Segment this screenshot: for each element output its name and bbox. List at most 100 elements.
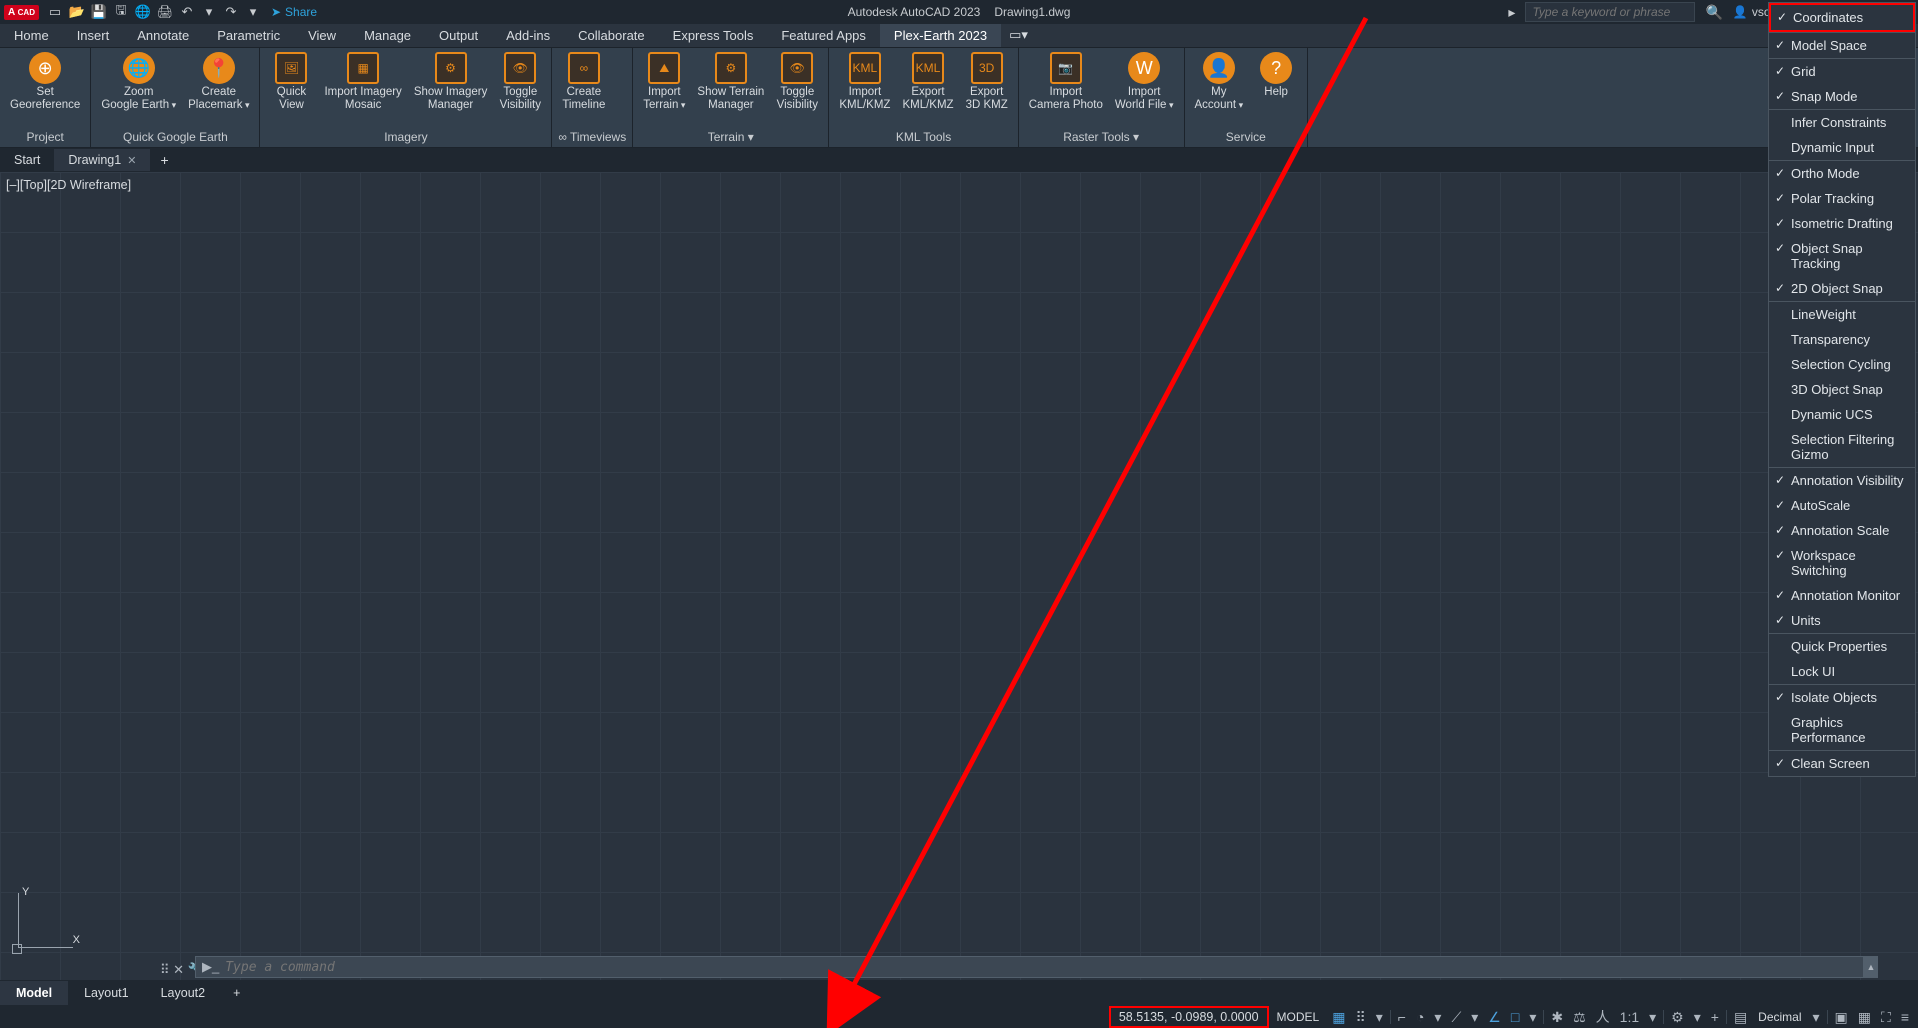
new-tab-button[interactable]: + [150,148,178,172]
command-line[interactable]: ▶_ [195,956,1864,978]
anno-vis-icon[interactable]: ✱ [1546,1006,1568,1028]
tab-annotate[interactable]: Annotate [123,24,203,47]
command-input[interactable] [225,960,1857,975]
viewport-label[interactable]: [–][Top][2D Wireframe] [6,178,131,192]
scale-label[interactable]: 1:1 [1615,1006,1644,1028]
create-timeline-button[interactable]: ∞Create Timeline [558,50,609,128]
layouttab-add-button[interactable]: + [221,981,252,1005]
app-logo[interactable]: A CAD [4,5,39,20]
ctx-item-annotation-monitor[interactable]: Annotation Monitor [1769,583,1915,608]
my-account-button[interactable]: 👤My Account [1191,50,1248,128]
filetab-drawing1[interactable]: Drawing1✕ [54,149,150,171]
units-label[interactable]: Decimal [1752,1010,1807,1024]
coordinates-readout[interactable]: 58.5135, -0.0989, 0.0000 [1109,1006,1269,1028]
ctx-item-2d-object-snap[interactable]: 2D Object Snap [1769,276,1915,301]
scale-drop-icon[interactable]: ▾ [1644,1006,1661,1028]
ctx-item-isolate-objects[interactable]: Isolate Objects [1769,685,1915,710]
grid-toggle-icon[interactable]: ▦ [1327,1006,1350,1028]
create-placemark-button[interactable]: 📍Create Placemark [184,50,253,128]
tab-extra[interactable]: ▭▾ [1001,23,1036,47]
workspace-icon[interactable]: ⚙ [1666,1006,1689,1028]
ctx-item-snap-mode[interactable]: Snap Mode [1769,84,1915,109]
tab-express[interactable]: Express Tools [659,24,768,47]
tab-output[interactable]: Output [425,24,492,47]
import-kml-button[interactable]: KMLImport KML/KMZ [835,50,894,128]
ctx-item-annotation-visibility[interactable]: Annotation Visibility [1769,468,1915,493]
tab-view[interactable]: View [294,24,350,47]
help-button[interactable]: ?Help [1251,50,1301,128]
tab-collaborate[interactable]: Collaborate [564,24,659,47]
web-icon[interactable]: 🌐 [135,4,151,20]
save-icon[interactable]: 💾 [91,4,107,20]
ctx-item-ortho-mode[interactable]: Ortho Mode [1769,161,1915,186]
anno-scale-icon[interactable]: 人 [1591,1006,1615,1028]
ctx-item-graphics-performance[interactable]: Graphics Performance [1769,710,1915,750]
ctx-item-grid[interactable]: Grid [1769,59,1915,84]
tab-parametric[interactable]: Parametric [203,24,294,47]
new-icon[interactable]: ▭ [47,4,63,20]
layouttab-layout1[interactable]: Layout1 [68,981,144,1005]
tab-insert[interactable]: Insert [63,24,124,47]
show-imagery-manager-button[interactable]: ⚙Show Imagery Manager [410,50,492,128]
iso-drop-icon[interactable]: ▾ [1466,1006,1483,1028]
snap-toggle-icon[interactable]: ⠿ [1350,1006,1370,1028]
import-terrain-button[interactable]: ⛰Import Terrain [639,50,689,128]
polar-icon[interactable]: ◔ [1411,1006,1429,1028]
cmd-scroll-up[interactable]: ▲ [1864,956,1878,978]
share-button[interactable]: ➤Share [271,5,317,19]
tab-home[interactable]: Home [0,24,63,47]
statusbar-customize-icon[interactable]: ≡ [1896,1006,1914,1028]
ctx-item-model-space[interactable]: Model Space [1769,33,1915,58]
ctx-item-clean-screen[interactable]: Clean Screen [1769,751,1915,776]
plot-icon[interactable]: 🖨 [157,4,173,20]
tab-featured[interactable]: Featured Apps [767,24,880,47]
iso-icon[interactable]: ⟋ [1446,1006,1466,1028]
ctx-item-annotation-scale[interactable]: Annotation Scale [1769,518,1915,543]
workspace-drop-icon[interactable]: ▾ [1689,1006,1706,1028]
ctx-item-quick-properties[interactable]: Quick Properties [1769,634,1915,659]
undo-icon[interactable]: ↶ [179,4,195,20]
osnap-track-icon[interactable]: ∠ [1483,1006,1506,1028]
isolate-icon[interactable]: ▣ [1830,1006,1853,1028]
export-3dkmz-button[interactable]: 3DExport 3D KMZ [962,50,1012,128]
zoom-google-earth-button[interactable]: 🌐Zoom Google Earth [97,50,180,128]
cleanscreen-icon[interactable]: ⛶ [1876,1006,1896,1028]
undo-drop-icon[interactable]: ▾ [201,4,217,20]
ctx-item-isometric-drafting[interactable]: Isometric Drafting [1769,211,1915,236]
toggle-terrain-visibility-button[interactable]: 👁Toggle Visibility [772,50,822,128]
ctx-item-polar-tracking[interactable]: Polar Tracking [1769,186,1915,211]
export-kml-button[interactable]: KMLExport KML/KMZ [898,50,957,128]
search-drop-icon[interactable]: ▸ [1508,4,1515,21]
open-icon[interactable]: 📂 [69,4,85,20]
toggle-imagery-visibility-button[interactable]: 👁Toggle Visibility [495,50,545,128]
tab-manage[interactable]: Manage [350,24,425,47]
ctx-item-coordinates[interactable]: Coordinates [1769,3,1915,32]
ctx-item-selection-cycling[interactable]: Selection Cycling [1769,352,1915,377]
search-input[interactable] [1525,2,1695,22]
tab-plexearth[interactable]: Plex-Earth 2023 [880,24,1001,47]
layouttab-layout2[interactable]: Layout2 [145,981,221,1005]
anno-monitor-icon[interactable]: + [1706,1006,1724,1028]
filetab-start[interactable]: Start [0,149,54,171]
search-icon[interactable]: 🔍 [1705,4,1722,21]
import-world-file-button[interactable]: WImport World File [1111,50,1178,128]
units-drop-icon[interactable]: ▾ [1808,1006,1825,1028]
units-icon[interactable]: ▤ [1729,1006,1752,1028]
ctx-item-transparency[interactable]: Transparency [1769,327,1915,352]
show-terrain-manager-button[interactable]: ⚙Show Terrain Manager [693,50,768,128]
import-mosaic-button[interactable]: ▦Import Imagery Mosaic [320,50,405,128]
close-icon[interactable]: ✕ [127,155,136,167]
set-georeference-button[interactable]: ⊕Set Georeference [6,50,84,128]
model-button[interactable]: MODEL [1269,1010,1328,1024]
ortho-icon[interactable]: ⌐ [1393,1006,1411,1028]
drawing-canvas[interactable]: [–][Top][2D Wireframe] Y X ⠿ ✕ 🔧▾ ▶_ ▲ [0,172,1918,980]
polar-drop-icon[interactable]: ▾ [1429,1006,1446,1028]
ctx-item-selection-filtering-gizmo[interactable]: Selection Filtering Gizmo [1769,427,1915,467]
saveas-icon[interactable]: 🖫 [113,4,129,20]
quick-view-button[interactable]: 🖼Quick View [266,50,316,128]
ctx-item-workspace-switching[interactable]: Workspace Switching [1769,543,1915,583]
redo-drop-icon[interactable]: ▾ [245,4,261,20]
ctx-item-autoscale[interactable]: AutoScale [1769,493,1915,518]
autoscale-icon[interactable]: ⚖ [1568,1006,1591,1028]
ctx-item-units[interactable]: Units [1769,608,1915,633]
